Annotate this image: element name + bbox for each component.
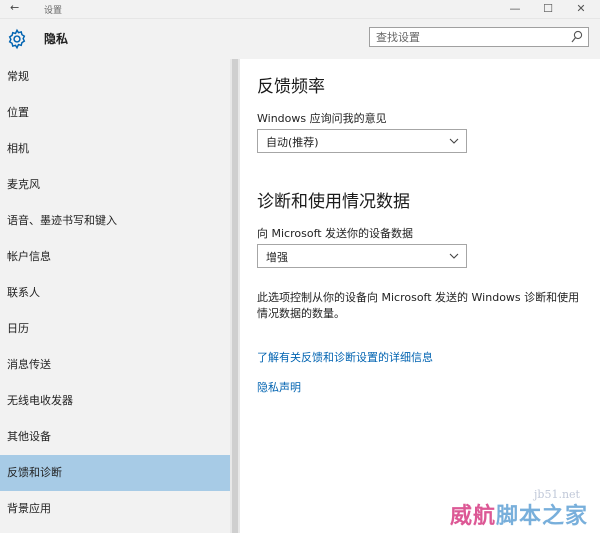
diagnostics-heading: 诊断和使用情况数据 xyxy=(257,192,410,212)
sidebar-header: 隐私 xyxy=(0,19,240,59)
diagnostics-data-dropdown[interactable]: 增强 xyxy=(257,244,467,268)
chevron-down-icon xyxy=(449,253,459,259)
scrollbar-thumb[interactable] xyxy=(232,59,238,533)
sidebar-item-contacts[interactable]: 联系人 xyxy=(0,275,230,311)
sidebar-item-microphone[interactable]: 麦克风 xyxy=(0,167,230,203)
watermark-text-pink: 威航 xyxy=(450,504,497,529)
feedback-label: Windows 应询问我的意见 xyxy=(257,112,387,125)
sidebar-item-feedback-diagnostics[interactable]: 反馈和诊断 xyxy=(0,455,230,491)
sidebar-item-calendar[interactable]: 日历 xyxy=(0,311,230,347)
sidebar-item-camera[interactable]: 相机 xyxy=(0,131,230,167)
learn-more-link[interactable]: 了解有关反馈和诊断设置的详细信息 xyxy=(257,349,433,365)
sidebar-item-background-apps[interactable]: 背景应用 xyxy=(0,491,230,527)
sidebar-nav: 常规 位置 相机 麦克风 语音、墨迹书写和键入 帐户信息 联系人 日历 消息传送… xyxy=(0,59,230,533)
gear-icon xyxy=(8,28,26,50)
watermark-text-blue: 脚本之家 xyxy=(496,504,589,529)
sidebar-item-location[interactable]: 位置 xyxy=(0,95,230,131)
window-title: 设置 xyxy=(44,6,63,16)
close-button[interactable]: ✕ xyxy=(566,0,596,18)
minimize-button[interactable]: — xyxy=(500,0,530,18)
feedback-frequency-value: 自动(推荐) xyxy=(266,136,319,149)
back-arrow-icon[interactable]: ← xyxy=(10,1,19,14)
diagnostics-label: 向 Microsoft 发送你的设备数据 xyxy=(257,227,414,240)
sidebar-item-other-devices[interactable]: 其他设备 xyxy=(0,419,230,455)
search-icon[interactable] xyxy=(571,30,583,44)
sidebar-item-radios[interactable]: 无线电收发器 xyxy=(0,383,230,419)
chevron-down-icon xyxy=(449,138,459,144)
sidebar-item-account-info[interactable]: 帐户信息 xyxy=(0,239,230,275)
diagnostics-description: 此选项控制从你的设备向 Microsoft 发送的 Windows 诊断和使用情… xyxy=(257,291,580,320)
sidebar-item-speech-inking[interactable]: 语音、墨迹书写和键入 xyxy=(0,203,230,239)
sidebar-item-general[interactable]: 常规 xyxy=(0,59,230,95)
search-input[interactable] xyxy=(376,30,566,44)
title-bar: ← 设置 — ☐ ✕ xyxy=(0,0,600,19)
privacy-statement-link[interactable]: 隐私声明 xyxy=(257,379,301,395)
watermark-logo: 威航脚本之家 xyxy=(450,498,588,530)
sidebar-item-messaging[interactable]: 消息传送 xyxy=(0,347,230,383)
feedback-heading: 反馈频率 xyxy=(257,77,325,97)
feedback-frequency-dropdown[interactable]: 自动(推荐) xyxy=(257,129,467,153)
search-box[interactable] xyxy=(369,27,589,47)
diagnostics-data-value: 增强 xyxy=(266,251,288,264)
section-title: 隐私 xyxy=(44,32,69,46)
sidebar-scrollbar[interactable] xyxy=(230,59,240,533)
maximize-button[interactable]: ☐ xyxy=(533,0,563,18)
